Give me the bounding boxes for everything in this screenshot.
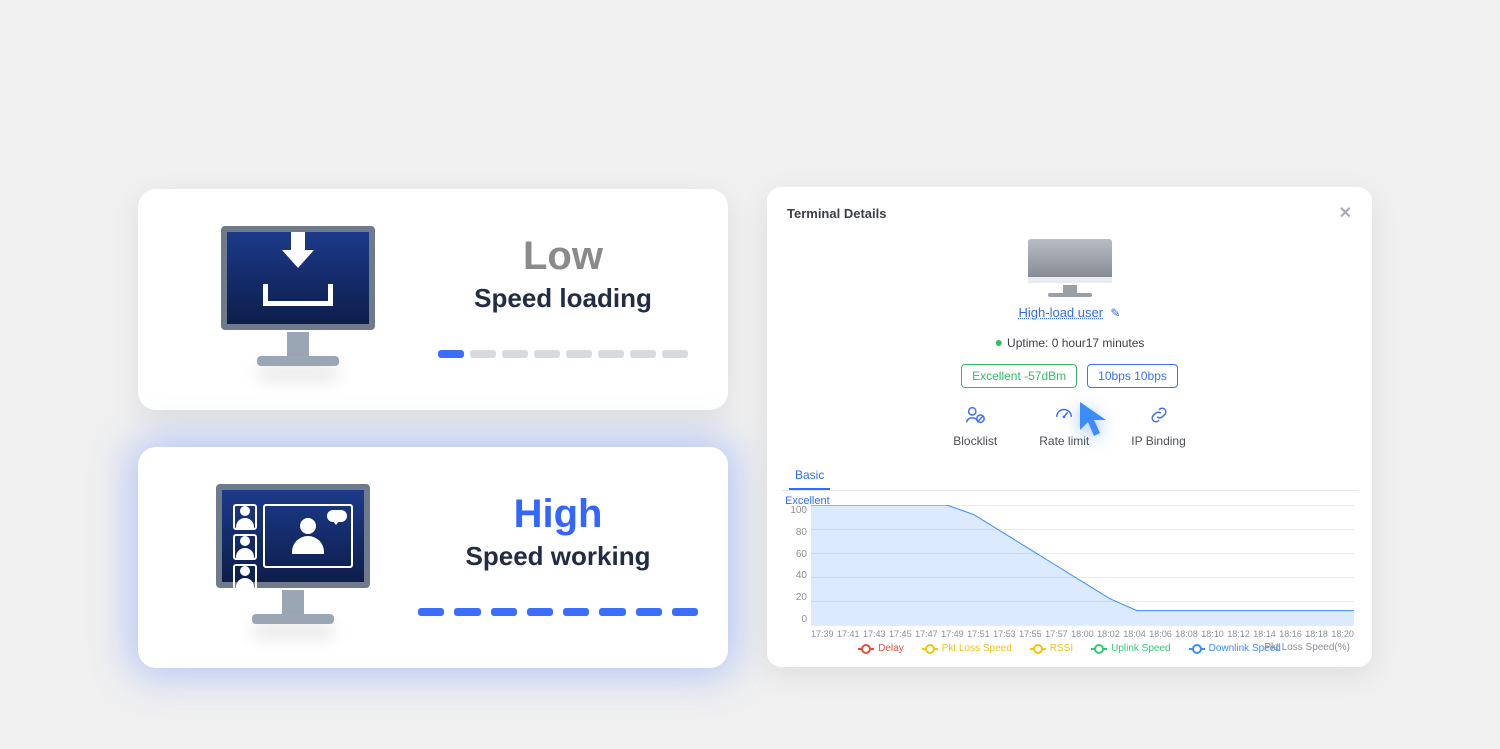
uptime-text: ●Uptime: 0 hour17 minutes bbox=[781, 334, 1358, 350]
low-title: Low bbox=[428, 234, 698, 279]
tab-row: Basic bbox=[781, 462, 1358, 491]
low-speed-card: Low Speed loading bbox=[138, 189, 728, 410]
speed-tag: 10bps 10bps bbox=[1087, 364, 1178, 388]
low-subtitle: Speed loading bbox=[428, 283, 698, 314]
chart-footer-note: Pkt Loss Speed(%) bbox=[1264, 642, 1350, 653]
chart: Excellent 100806040200 17:3917:4117:4317… bbox=[781, 497, 1358, 657]
ratelimit-icon bbox=[1053, 404, 1075, 426]
edit-icon[interactable]: ✎ bbox=[1110, 306, 1120, 320]
high-monitor-illustration bbox=[168, 484, 418, 624]
high-speed-card: High Speed working bbox=[138, 447, 728, 668]
low-progress bbox=[438, 350, 688, 358]
video-call-icon bbox=[233, 504, 353, 568]
download-icon bbox=[258, 250, 338, 306]
signal-tag: Excellent -57dBm bbox=[961, 364, 1077, 388]
blocklist-icon bbox=[964, 404, 986, 426]
high-title: High bbox=[418, 492, 698, 537]
terminal-details-panel: Terminal Details ✕ High-load user ✎ ●Upt… bbox=[767, 187, 1372, 667]
blocklist-button[interactable]: Blocklist bbox=[953, 404, 997, 448]
link-icon bbox=[1148, 404, 1170, 426]
device-icon bbox=[1028, 239, 1112, 297]
high-progress bbox=[418, 608, 698, 616]
high-subtitle: Speed working bbox=[418, 541, 698, 572]
low-monitor-illustration bbox=[168, 226, 428, 366]
device-name-link[interactable]: High-load user bbox=[1019, 305, 1104, 320]
panel-title: Terminal Details bbox=[787, 206, 886, 221]
ipbinding-button[interactable]: IP Binding bbox=[1131, 404, 1186, 448]
close-icon[interactable]: ✕ bbox=[1339, 203, 1352, 223]
tab-basic[interactable]: Basic bbox=[789, 462, 830, 490]
